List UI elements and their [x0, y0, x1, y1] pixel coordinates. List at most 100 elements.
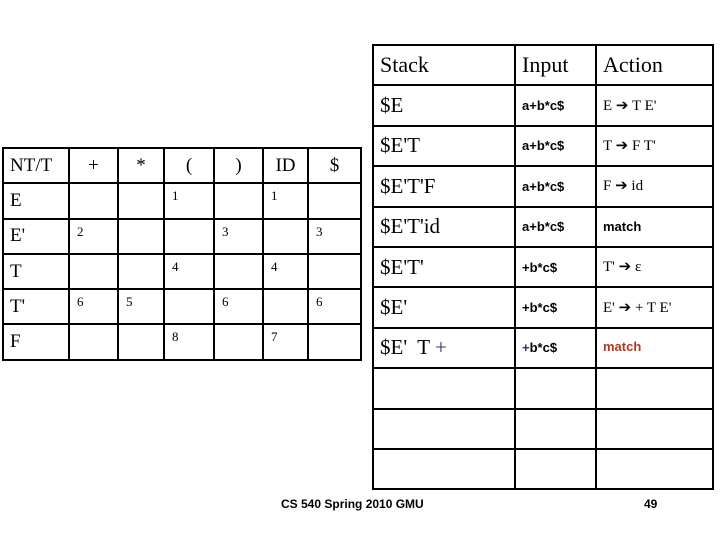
action-rhs: + T E' [634, 299, 672, 316]
parsing-cell: 1 [163, 182, 215, 220]
footer-page-number: 49 [644, 497, 658, 511]
parsing-cell: 4 [163, 252, 215, 291]
table-row: $E a+b*c$ E ➔ T E' [372, 84, 714, 127]
table-row: E' 2 3 3 [2, 217, 362, 255]
trace-cell-action: T' ➔ ε [595, 245, 714, 289]
table-row: E 1 1 [2, 182, 362, 220]
trace-cell-action: T ➔ F T' [595, 124, 714, 168]
input-matched-token: + [522, 340, 530, 356]
parsing-cell [307, 252, 362, 291]
action-rhs: ε [634, 259, 642, 276]
table-row: $E' +b*c$ E' ➔ + T E' [372, 286, 714, 329]
action-match-highlight: match [603, 339, 642, 355]
parsing-row-label-F: F [2, 323, 70, 361]
trace-cell-input: +b*c$ [514, 326, 597, 370]
table-row: $E'T'F a+b*c$ F ➔ id [372, 165, 714, 208]
action-lhs: E' [603, 299, 615, 316]
parsing-cell [262, 288, 309, 326]
parsing-cell [163, 217, 215, 255]
table-row [372, 367, 714, 410]
trace-cell-stack: $E'T' [372, 245, 516, 289]
parsing-table-header-row: NT/T + * ( ) ID $ [2, 146, 362, 185]
trace-cell-stack [372, 447, 516, 491]
trace-cell-input [514, 447, 597, 491]
trace-cell-action [595, 447, 714, 491]
table-row: F 8 7 [2, 323, 362, 361]
parsing-cell [213, 323, 264, 361]
parsing-cell [68, 252, 119, 291]
trace-col-header-stack: Stack [372, 43, 516, 87]
parsing-cell: 6 [307, 288, 362, 326]
trace-cell-stack: $E'T'F [372, 165, 516, 208]
trace-cell-stack: $E' [372, 286, 516, 329]
action-rhs: T E' [631, 97, 657, 114]
trace-cell-input: a+b*c$ [514, 124, 597, 168]
footer-course-label: CS 540 Spring 2010 GMU [281, 497, 424, 511]
trace-cell-input [514, 367, 597, 410]
trace-col-header-action: Action [595, 43, 714, 87]
parsing-row-label-T: T [2, 252, 70, 291]
parsing-table-col-plus: + [68, 146, 119, 185]
arrow-icon: ➔ [618, 257, 632, 276]
parsing-table-col-star: * [117, 146, 165, 185]
parsing-row-label-E: E [2, 182, 70, 220]
trace-cell-input: a+b*c$ [514, 165, 597, 208]
parsing-table-col-lparen: ( [163, 146, 215, 185]
parsing-cell [307, 182, 362, 220]
trace-cell-action: F ➔ id [595, 165, 714, 208]
parsing-cell: 6 [213, 288, 264, 326]
table-row [372, 407, 714, 450]
parsing-cell [307, 323, 362, 361]
parsing-cell: 8 [163, 323, 215, 361]
table-row [372, 447, 714, 491]
trace-cell-input [514, 407, 597, 450]
trace-cell-stack [372, 407, 516, 450]
trace-cell-action: match [595, 205, 714, 248]
parsing-cell [68, 323, 119, 361]
parsing-cell: 1 [262, 182, 309, 220]
parsing-cell: 6 [68, 288, 119, 326]
trace-cell-action: match [595, 326, 714, 370]
arrow-icon: ➔ [618, 297, 632, 316]
action-lhs: T [603, 137, 612, 154]
parsing-table-col-id: ID [262, 146, 309, 185]
parsing-cell [213, 252, 264, 291]
trace-cell-input: a+b*c$ [514, 84, 597, 127]
action-lhs: E [603, 97, 613, 114]
table-row: $E'T'id a+b*c$ match [372, 205, 714, 248]
arrow-icon: ➔ [615, 95, 629, 114]
trace-cell-input: +b*c$ [514, 245, 597, 289]
trace-col-header-input: Input [514, 43, 597, 87]
parsing-cell: 2 [68, 217, 119, 255]
trace-cell-stack: $E'T'id [372, 205, 516, 248]
arrow-icon: ➔ [615, 176, 628, 195]
parsing-cell: 4 [262, 252, 309, 291]
trace-cell-action: E' ➔ + T E' [595, 286, 714, 329]
parsing-cell: 3 [307, 217, 362, 255]
parsing-cell [117, 217, 165, 255]
trace-cell-input: +b*c$ [514, 286, 597, 329]
trace-cell-action [595, 367, 714, 410]
parsing-cell [117, 323, 165, 361]
trace-cell-stack: $E'T [372, 124, 516, 168]
action-rhs: F T' [631, 137, 656, 154]
arrow-icon: ➔ [615, 135, 629, 154]
input-rest: b*c$ [529, 340, 558, 356]
table-row: $E'T a+b*c$ T ➔ F T' [372, 124, 714, 168]
parsing-row-label-Tprime: T' [2, 288, 70, 326]
parsing-cell [117, 252, 165, 291]
trace-cell-action: E ➔ T E' [595, 84, 714, 127]
action-lhs: T' [603, 259, 615, 276]
trace-cell-stack: $E [372, 84, 516, 127]
parsing-cell [262, 217, 309, 255]
parse-trace-table: Stack Input Action $E a+b*c$ E ➔ T E' $E… [372, 43, 714, 491]
stack-pushed-token: + [434, 335, 447, 360]
parsing-row-label-Eprime: E' [2, 217, 70, 255]
parsing-table-corner-label: NT/T [2, 146, 70, 185]
trace-cell-stack [372, 367, 516, 410]
trace-cell-input: a+b*c$ [514, 205, 597, 248]
trace-cell-action [595, 407, 714, 450]
parsing-cell [163, 288, 215, 326]
parsing-cell [213, 182, 264, 220]
trace-cell-stack: $E' T + [372, 326, 516, 370]
